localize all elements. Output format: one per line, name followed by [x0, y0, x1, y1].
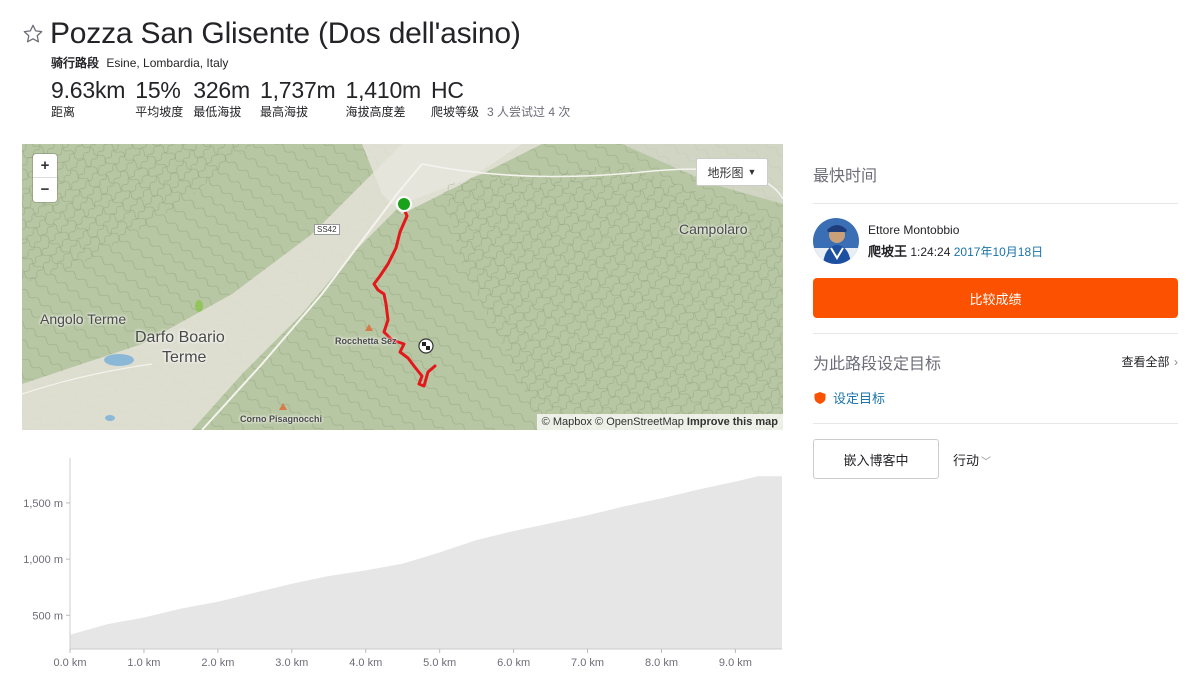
divider — [813, 203, 1178, 204]
stat-avg-grade: 15% 平均坡度 — [135, 77, 183, 120]
stat-value: 15% — [135, 77, 181, 103]
x-tick-label: 4.0 km — [349, 657, 382, 669]
place-label: Terme — [162, 349, 207, 366]
map-attribution: © Mapbox © OpenStreetMap Improve this ma… — [536, 414, 783, 430]
mapbox-link[interactable]: © Mapbox — [542, 416, 592, 428]
right-panel: 最快时间 Ettore Montobbio 爬坡王 1:24:24 2017年1… — [813, 150, 1178, 479]
set-goal-link[interactable]: 设定目标 — [813, 388, 1178, 407]
y-tick-label: 1,500 m — [23, 498, 63, 510]
x-tick-label: 5.0 km — [423, 657, 456, 669]
x-tick-label: 7.0 km — [571, 657, 604, 669]
leader-date-link[interactable]: 2017年10月18日 — [954, 245, 1043, 259]
zoom-in-button[interactable]: + — [33, 154, 57, 178]
caret-down-icon: ▼ — [747, 167, 757, 177]
x-tick-label: 1.0 km — [127, 657, 160, 669]
stat-value: 326m — [193, 77, 250, 103]
osm-link[interactable]: © OpenStreetMap — [595, 416, 684, 428]
zoom-out-button[interactable]: − — [33, 178, 57, 202]
x-tick-label: 2.0 km — [201, 657, 234, 669]
x-tick-label: 0.0 km — [53, 657, 86, 669]
stat-value: HC — [431, 77, 464, 103]
actions-row: 嵌入博客中 行动 ﹀ — [813, 439, 1178, 479]
embed-button[interactable]: 嵌入博客中 — [813, 439, 939, 479]
stat-value: 9.63km — [51, 77, 126, 103]
attempts-count: 3 人尝试过 4 次 — [487, 105, 571, 119]
segment-map[interactable]: + − 地形图 ▼ SS42 Angolo Terme Darfo Boario… — [22, 144, 783, 430]
chevron-down-icon: ﹀ — [981, 456, 992, 468]
activity-type: 骑行路段 — [51, 56, 100, 70]
place-label: Campolaro — [679, 221, 748, 237]
view-all-label: 查看全部 — [1121, 355, 1170, 369]
star-icon[interactable] — [22, 23, 44, 45]
start-marker[interactable] — [396, 196, 412, 212]
divider — [813, 333, 1178, 334]
terrain-map — [22, 144, 783, 430]
stat-value: 1,737m — [259, 77, 336, 103]
goals-title: 为此路段设定目标 — [813, 356, 942, 373]
segment-stats: 9.63km 距离 15% 平均坡度 326m 最低海拔 1,737m 最高海拔… — [51, 77, 782, 120]
compare-button[interactable]: 比较成绩 — [813, 278, 1178, 318]
map-type-label: 地形图 — [707, 165, 744, 180]
place-label: Corno Pisagnocchi — [240, 414, 323, 424]
segment-title: Pozza San Glisente (Dos dell'asino) — [50, 17, 521, 50]
goals-header: 为此路段设定目标 查看全部 › — [813, 350, 1178, 374]
leader-time: 1:24:24 — [910, 244, 951, 259]
actions-label: 行动 — [953, 452, 980, 468]
stat-label: 最低海拔 — [193, 105, 242, 119]
x-tick-label: 9.0 km — [719, 657, 752, 669]
stat-label: 最高海拔 — [259, 105, 308, 119]
x-tick-label: 8.0 km — [645, 657, 678, 669]
actions-dropdown[interactable]: 行动 ﹀ — [953, 450, 991, 469]
stat-value: 1,410m — [345, 77, 422, 103]
zoom-controls: + − — [33, 154, 57, 202]
shield-icon — [814, 391, 826, 404]
stat-label: 距离 — [51, 105, 76, 119]
stat-label: 平均坡度 — [135, 105, 184, 119]
x-tick-label: 3.0 km — [275, 657, 308, 669]
place-label: Darfo Boario — [135, 329, 225, 346]
fastest-time-title: 最快时间 — [813, 168, 878, 185]
segment-header: Pozza San Glisente (Dos dell'asino) 骑行路段… — [22, 14, 782, 120]
stat-highest-elev: 1,737m 最高海拔 — [260, 77, 336, 120]
segment-subtitle: 骑行路段 Esine, Lombardia, Italy — [51, 54, 782, 71]
title-row: Pozza San Glisente (Dos dell'asino) — [22, 14, 782, 54]
avatar[interactable] — [813, 218, 859, 264]
stat-label: 海拔高度差 — [345, 105, 406, 119]
finish-marker[interactable] — [418, 338, 434, 354]
x-tick-label: 6.0 km — [497, 657, 530, 669]
view-all-link[interactable]: 查看全部 › — [1122, 353, 1178, 371]
leader-entry: Ettore Montobbio 爬坡王 1:24:24 2017年10月18日 — [813, 218, 1178, 264]
stat-lowest-elev: 326m 最低海拔 — [193, 77, 250, 120]
chevron-right-icon: › — [1174, 355, 1178, 369]
y-tick-label: 500 m — [32, 610, 63, 622]
stat-elev-diff: 1,410m 海拔高度差 — [346, 77, 422, 120]
map-type-selector[interactable]: 地形图 ▼ — [696, 158, 768, 186]
place-label: Rocchetta Sez — [335, 336, 397, 346]
leader-name[interactable]: Ettore Montobbio — [868, 223, 1043, 237]
stat-distance: 9.63km 距离 — [51, 77, 125, 120]
elevation-area — [70, 476, 782, 649]
improve-map-link[interactable]: Improve this map — [687, 416, 778, 428]
stat-label: 爬坡等级 — [431, 105, 480, 119]
place-label: Angolo Terme — [40, 311, 127, 327]
kom-label: 爬坡王 — [868, 243, 908, 259]
elevation-chart[interactable]: 500 m 1,000 m 1,500 m 0.0 km 1.0 km 2.0 km 3.0… — [22, 452, 783, 672]
set-goal-label: 设定目标 — [833, 391, 886, 406]
road-label: SS42 — [314, 224, 340, 235]
stat-climb-category: HC 爬坡等级 3 人尝试过 4 次 — [431, 77, 570, 120]
divider — [813, 423, 1178, 424]
y-tick-label: 1,000 m — [23, 554, 63, 566]
segment-location: Esine, Lombardia, Italy — [106, 56, 229, 70]
